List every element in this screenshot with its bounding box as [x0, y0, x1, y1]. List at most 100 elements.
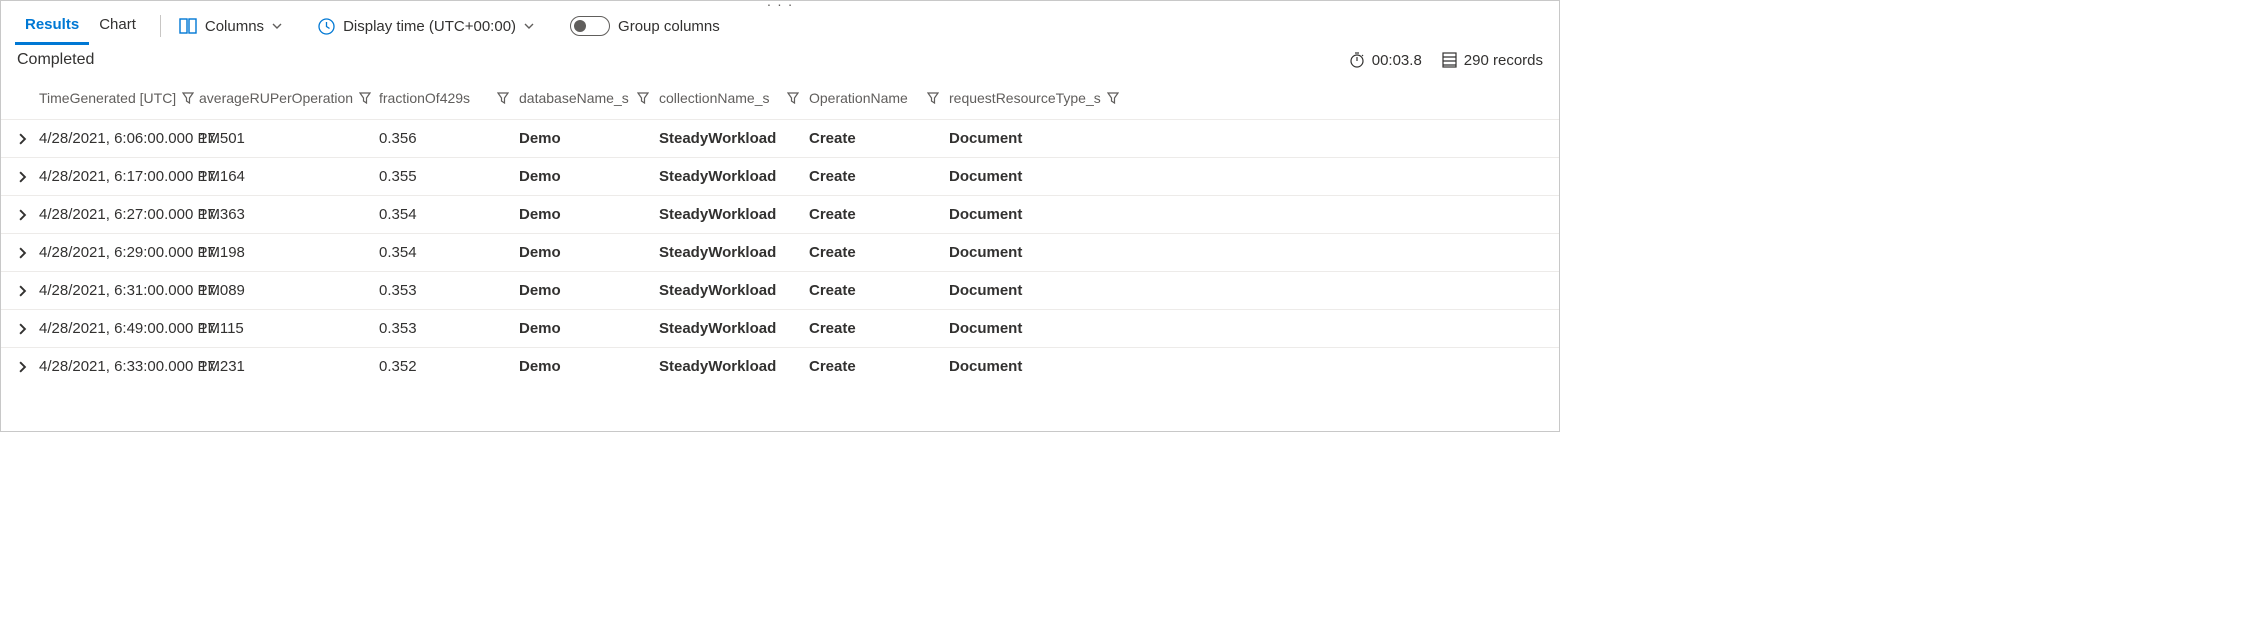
column-label: OperationName — [809, 90, 908, 106]
filter-icon[interactable] — [1107, 92, 1119, 104]
row-expander[interactable] — [5, 133, 39, 145]
group-columns-label: Group columns — [618, 18, 720, 35]
table-row[interactable]: 4/28/2021, 6:06:00.000 PM 17.501 0.356 D… — [1, 119, 1559, 157]
toolbar-divider — [160, 15, 161, 37]
records-icon — [1442, 52, 1457, 68]
column-header-op[interactable]: OperationName — [809, 90, 949, 106]
cell-op: Create — [809, 244, 949, 261]
cell-time: 4/28/2021, 6:49:00.000 PM — [39, 320, 199, 337]
display-time-label: Display time (UTC+00:00) — [343, 18, 516, 35]
toggle-off-icon — [570, 16, 610, 36]
cell-time: 4/28/2021, 6:27:00.000 PM — [39, 206, 199, 223]
column-header-ru[interactable]: averageRUPerOperation — [199, 90, 379, 106]
cell-db: Demo — [519, 130, 659, 147]
cell-ru: 17.231 — [199, 358, 379, 375]
cell-ru: 17.089 — [199, 282, 379, 299]
tab-chart[interactable]: Chart — [89, 7, 146, 45]
cell-time: 4/28/2021, 6:06:00.000 PM — [39, 130, 199, 147]
cell-f429: 0.353 — [379, 282, 519, 299]
row-expander[interactable] — [5, 209, 39, 221]
column-label: fractionOf429s — [379, 90, 470, 106]
result-tabs: Results Chart — [15, 7, 146, 45]
filter-icon[interactable] — [359, 92, 371, 104]
cell-f429: 0.352 — [379, 358, 519, 375]
cell-db: Demo — [519, 244, 659, 261]
column-header-db[interactable]: databaseName_s — [519, 90, 659, 106]
cell-op: Create — [809, 358, 949, 375]
filter-icon[interactable] — [637, 92, 649, 104]
filter-icon[interactable] — [787, 92, 799, 104]
filter-icon[interactable] — [182, 92, 194, 104]
cell-f429: 0.355 — [379, 168, 519, 185]
row-expander[interactable] — [5, 285, 39, 297]
cell-res: Document — [949, 320, 1089, 337]
row-expander[interactable] — [5, 361, 39, 373]
column-label: databaseName_s — [519, 90, 629, 106]
cell-ru: 17.115 — [199, 320, 379, 337]
cell-res: Document — [949, 168, 1089, 185]
cell-time: 4/28/2021, 6:17:00.000 PM — [39, 168, 199, 185]
cell-f429: 0.354 — [379, 244, 519, 261]
cell-op: Create — [809, 130, 949, 147]
cell-db: Demo — [519, 358, 659, 375]
cell-res: Document — [949, 206, 1089, 223]
table-row[interactable]: 4/28/2021, 6:49:00.000 PM 17.115 0.353 D… — [1, 309, 1559, 347]
cell-res: Document — [949, 358, 1089, 375]
cell-res: Document — [949, 282, 1089, 299]
results-table: TimeGenerated [UTC] averageRUPerOperatio… — [1, 77, 1559, 385]
cell-coll: SteadyWorkload — [659, 130, 809, 147]
cell-db: Demo — [519, 206, 659, 223]
cell-coll: SteadyWorkload — [659, 320, 809, 337]
row-expander[interactable] — [5, 247, 39, 259]
cell-f429: 0.354 — [379, 206, 519, 223]
status-bar: Completed 00:03.8 290 records — [1, 45, 1559, 73]
column-label: requestResourceType_s — [949, 90, 1101, 106]
table-row[interactable]: 4/28/2021, 6:17:00.000 PM 17.164 0.355 D… — [1, 157, 1559, 195]
columns-label: Columns — [205, 18, 264, 35]
cell-res: Document — [949, 130, 1089, 147]
table-row[interactable]: 4/28/2021, 6:29:00.000 PM 17.198 0.354 D… — [1, 233, 1559, 271]
table-row[interactable]: 4/28/2021, 6:31:00.000 PM 17.089 0.353 D… — [1, 271, 1559, 309]
table-row[interactable]: 4/28/2021, 6:33:00.000 PM 17.231 0.352 D… — [1, 347, 1559, 385]
cell-op: Create — [809, 320, 949, 337]
cell-ru: 17.363 — [199, 206, 379, 223]
filter-icon[interactable] — [497, 92, 509, 104]
tab-results-label: Results — [25, 16, 79, 33]
cell-db: Demo — [519, 168, 659, 185]
duration-text: 00:03.8 — [1372, 52, 1422, 69]
columns-button[interactable]: Columns — [175, 7, 286, 45]
cell-op: Create — [809, 206, 949, 223]
row-expander[interactable] — [5, 171, 39, 183]
chevron-down-icon — [272, 23, 282, 29]
column-header-time[interactable]: TimeGenerated [UTC] — [39, 90, 199, 106]
cell-coll: SteadyWorkload — [659, 206, 809, 223]
cell-db: Demo — [519, 282, 659, 299]
columns-icon — [179, 18, 197, 34]
table-row[interactable]: 4/28/2021, 6:27:00.000 PM 17.363 0.354 D… — [1, 195, 1559, 233]
cell-time: 4/28/2021, 6:31:00.000 PM — [39, 282, 199, 299]
cell-coll: SteadyWorkload — [659, 244, 809, 261]
query-duration: 00:03.8 — [1349, 52, 1422, 69]
query-status: Completed — [17, 51, 94, 69]
cell-db: Demo — [519, 320, 659, 337]
display-time-button[interactable]: Display time (UTC+00:00) — [314, 7, 538, 45]
filter-icon[interactable] — [927, 92, 939, 104]
cell-op: Create — [809, 168, 949, 185]
group-columns-toggle[interactable]: Group columns — [566, 7, 724, 45]
cell-time: 4/28/2021, 6:29:00.000 PM — [39, 244, 199, 261]
tab-results[interactable]: Results — [15, 7, 89, 45]
cell-coll: SteadyWorkload — [659, 168, 809, 185]
cell-ru: 17.501 — [199, 130, 379, 147]
record-count: 290 records — [1442, 52, 1543, 69]
column-label: TimeGenerated [UTC] — [39, 90, 176, 106]
cell-op: Create — [809, 282, 949, 299]
column-header-f429[interactable]: fractionOf429s — [379, 90, 519, 106]
cell-ru: 17.164 — [199, 168, 379, 185]
column-label: averageRUPerOperation — [199, 90, 353, 106]
column-header-res[interactable]: requestResourceType_s — [949, 90, 1089, 106]
column-header-coll[interactable]: collectionName_s — [659, 90, 809, 106]
results-toolbar: Results Chart Columns Display time (UTC+… — [1, 7, 1559, 45]
cell-time: 4/28/2021, 6:33:00.000 PM — [39, 358, 199, 375]
row-expander[interactable] — [5, 323, 39, 335]
cell-f429: 0.356 — [379, 130, 519, 147]
